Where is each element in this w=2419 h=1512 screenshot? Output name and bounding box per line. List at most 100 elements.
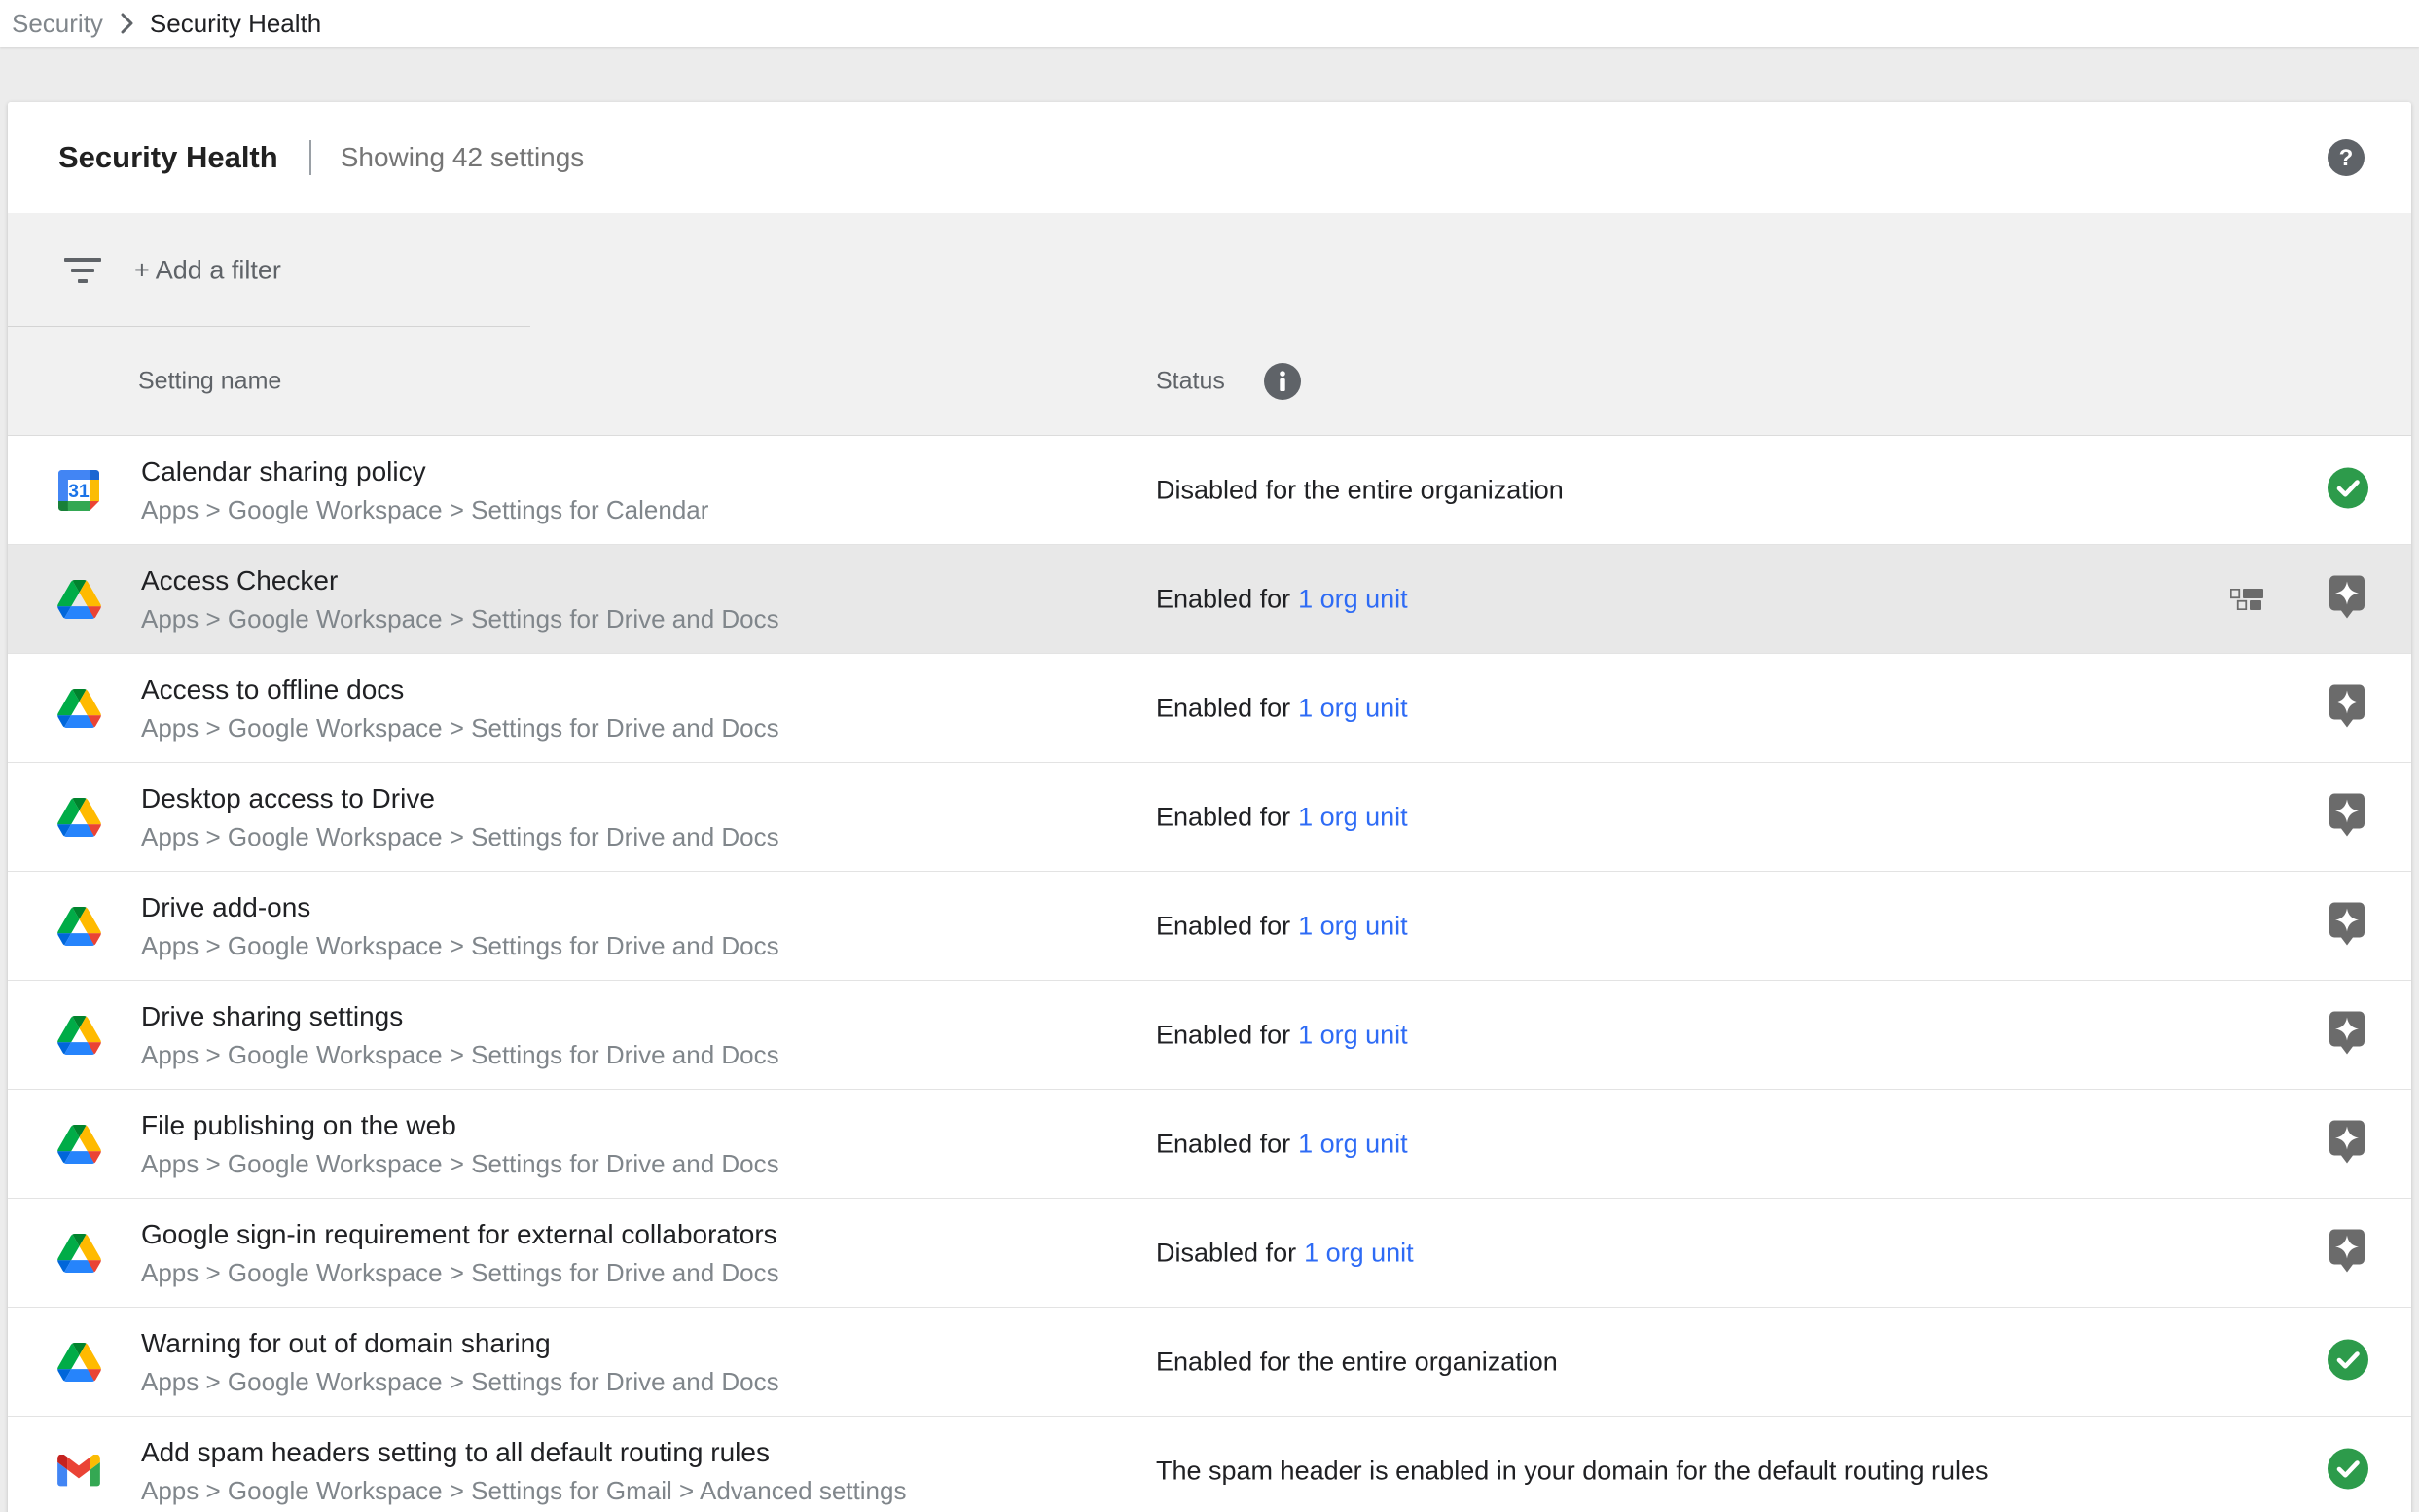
setting-path: Apps > Google Workspace > Settings for D… [141,1366,779,1397]
org-unit-link[interactable]: 1 org unit [1298,1129,1408,1158]
status-ok-check-icon [2328,1448,2368,1494]
settings-count: Showing 42 settings [341,142,585,173]
setting-path: Apps > Google Workspace > Settings for D… [141,1039,779,1070]
org-unit-link[interactable]: 1 org unit [1298,911,1408,940]
google-calendar-icon: 31 [58,470,99,511]
setting-name: Access to offline docs [141,673,779,706]
table-row[interactable]: Add spam headers setting to all default … [8,1417,2411,1512]
breadcrumb-security-link[interactable]: Security [12,9,103,39]
recommendation-badge-icon[interactable] [2329,902,2365,950]
org-unit-link[interactable]: 1 org unit [1298,693,1408,722]
setting-name: Add spam headers setting to all default … [141,1436,906,1469]
setting-text: Calendar sharing policy Apps > Google Wo… [141,455,708,525]
setting-name: File publishing on the web [141,1109,779,1142]
app-icon-slot [56,577,101,622]
app-icon-slot [56,1013,101,1058]
org-unit-link[interactable]: 1 org unit [1304,1238,1414,1267]
security-health-card: Security Health Showing 42 settings ? + … [8,102,2411,1512]
settings-table-body: 31 Calendar sharing policy Apps > Google… [8,436,2411,1512]
org-unit-link[interactable]: 1 org unit [1298,1020,1408,1049]
title-divider [309,140,311,175]
setting-path: Apps > Google Workspace > Settings for D… [141,821,779,852]
add-filter-button[interactable]: + Add a filter [134,255,281,285]
table-row[interactable]: Access to offline docs Apps > Google Wor… [8,654,2411,763]
setting-text: Access to offline docs Apps > Google Wor… [141,673,779,743]
setting-name: Calendar sharing policy [141,455,708,488]
recommendation-badge-icon[interactable] [2329,575,2365,623]
org-unit-link[interactable]: 1 org unit [1298,584,1408,613]
app-icon-slot [56,795,101,840]
table-row[interactable]: Google sign-in requirement for external … [8,1199,2411,1308]
setting-name-column-header: Setting name [138,367,281,395]
recommendation-badge-icon[interactable] [2329,1011,2365,1059]
status-column-header: Status [1156,367,1225,395]
status-cell: Enabled for1 org unit [1156,693,1408,723]
setting-text: Access Checker Apps > Google Workspace >… [141,564,779,634]
google-drive-icon [57,907,101,946]
setting-name: Drive add-ons [141,891,779,924]
table-row[interactable]: Warning for out of domain sharing Apps >… [8,1308,2411,1417]
help-button[interactable]: ? [2328,139,2365,176]
status-text: The spam header is enabled in your domai… [1156,1456,1989,1485]
app-icon-slot [56,904,101,949]
org-unit-override-icon [2230,589,2263,610]
status-text: Enabled for [1156,1129,1290,1158]
status-text: Disabled for the entire organization [1156,475,1564,504]
status-text: Enabled for [1156,911,1290,940]
setting-path: Apps > Google Workspace > Settings for G… [141,1475,906,1506]
filter-icon [64,258,101,283]
status-cell: Enabled for 1 org unit [1156,1020,1408,1050]
google-drive-icon [57,1125,101,1164]
svg-text:31: 31 [68,482,90,502]
filter-bar: + Add a filter [8,213,2411,327]
google-drive-icon [57,1016,101,1055]
status-cell: Disabled for the entire organization [1156,475,1564,505]
status-text: Enabled for [1156,584,1290,613]
status-ok-check-icon [2328,1339,2368,1385]
page-title: Security Health [58,140,278,175]
status-cell: Enabled for the entire organization [1156,1347,1558,1377]
setting-text: Google sign-in requirement for external … [141,1218,779,1288]
status-cell: Enabled for1 org unit [1156,802,1408,832]
recommendation-badge-icon[interactable] [2329,684,2365,732]
help-icon: ? [2328,139,2365,176]
recommendation-badge-icon[interactable] [2329,1120,2365,1168]
app-icon-slot [56,686,101,731]
setting-text: Warning for out of domain sharing Apps >… [141,1327,779,1397]
table-row[interactable]: File publishing on the web Apps > Google… [8,1090,2411,1199]
status-text: Enabled for [1156,1020,1290,1049]
status-info-button[interactable] [1264,363,1301,400]
google-drive-icon [57,1343,101,1382]
setting-name: Access Checker [141,564,779,597]
chevron-right-icon [117,11,136,36]
status-cell: Enabled for 1 org unit [1156,911,1408,941]
setting-name: Google sign-in requirement for external … [141,1218,779,1251]
status-text: Enabled for the entire organization [1156,1347,1558,1376]
setting-path: Apps > Google Workspace > Settings for D… [141,1257,779,1288]
app-icon-slot [56,1340,101,1385]
table-row[interactable]: 31 Calendar sharing policy Apps > Google… [8,436,2411,545]
setting-text: Drive sharing settings Apps > Google Wor… [141,1000,779,1070]
setting-path: Apps > Google Workspace > Settings for D… [141,712,779,743]
app-icon-slot [56,1231,101,1276]
status-text: Disabled for [1156,1238,1296,1267]
app-icon-slot: 31 [56,468,101,513]
breadcrumb-current-page: Security Health [150,9,321,39]
table-row[interactable]: Drive add-ons Apps > Google Workspace > … [8,872,2411,981]
google-drive-icon [57,580,101,619]
status-ok-check-icon [2328,467,2368,513]
app-icon-slot [56,1122,101,1167]
setting-text: Add spam headers setting to all default … [141,1436,906,1506]
status-cell: Enabled for 1 org unit [1156,1129,1408,1159]
setting-path: Apps > Google Workspace > Settings for D… [141,1148,779,1179]
table-row[interactable]: Access Checker Apps > Google Workspace >… [8,545,2411,654]
table-row[interactable]: Desktop access to Drive Apps > Google Wo… [8,763,2411,872]
org-unit-link[interactable]: 1 org unit [1298,802,1408,831]
setting-text: File publishing on the web Apps > Google… [141,1109,779,1179]
app-icon-slot [56,1449,101,1494]
recommendation-badge-icon[interactable] [2329,1229,2365,1277]
status-cell: Enabled for 1 org unit [1156,584,1408,614]
recommendation-badge-icon[interactable] [2329,793,2365,841]
table-row[interactable]: Drive sharing settings Apps > Google Wor… [8,981,2411,1090]
google-drive-icon [57,689,101,728]
